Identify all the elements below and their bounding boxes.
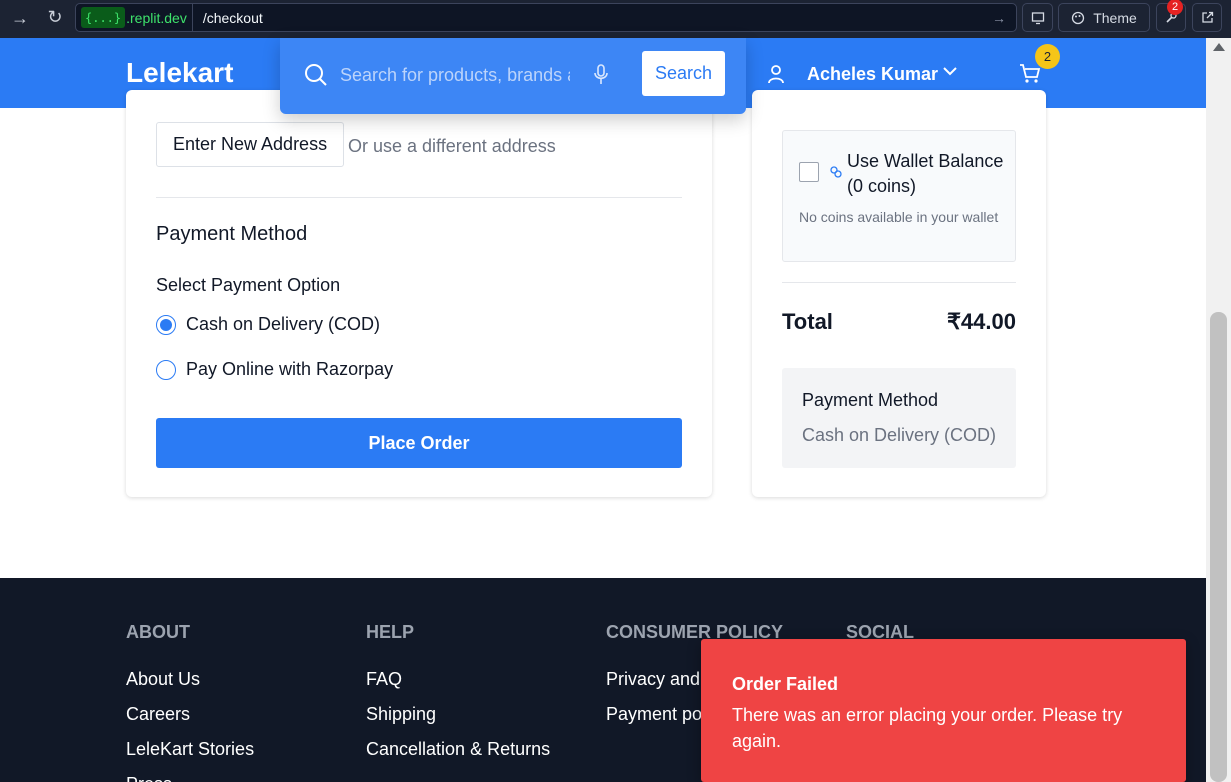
forward-arrow-icon[interactable]: → [9, 8, 31, 29]
toast-message: There was an error placing your order. P… [732, 705, 1123, 751]
radio-selected[interactable] [156, 314, 176, 335]
url-separator [191, 3, 193, 32]
footer-heading: HELP [366, 622, 415, 642]
address-hint: Or use a different address [348, 136, 556, 156]
payment-option-razorpay[interactable]: Pay Online with Razorpay [156, 359, 393, 380]
footer-link[interactable]: Shipping [366, 704, 550, 739]
radio-unselected[interactable] [156, 359, 176, 380]
error-toast[interactable]: Order Failed There was an error placing … [701, 639, 1186, 782]
wallet-checkbox[interactable] [799, 162, 819, 182]
cart-icon[interactable] [1019, 64, 1041, 84]
wallet-note: No coins available in your wallet [799, 209, 999, 225]
payment-method-summary-title: Payment Method [802, 390, 939, 410]
total-value: ₹44.00 [946, 309, 1016, 334]
external-link-icon [1201, 11, 1213, 23]
scroll-up-arrow-icon[interactable] [1213, 43, 1225, 51]
footer-link[interactable]: LeleKart Stories [126, 739, 254, 774]
palette-icon [1072, 11, 1085, 24]
search-input[interactable] [340, 60, 570, 90]
theme-button[interactable]: Theme [1058, 3, 1150, 32]
address-bar[interactable]: {...} .replit.dev /checkout → [75, 3, 1017, 32]
place-order-button[interactable]: Place Order [156, 418, 682, 468]
payment-option-label-razorpay: Pay Online with Razorpay [186, 359, 394, 379]
cart-count-badge: 2 [1035, 44, 1060, 69]
devtools-button[interactable]: 2 [1156, 0, 1186, 32]
page-scrollbar[interactable] [1206, 38, 1231, 782]
wallet-box: Use Wallet Balance (0 coins) No coins av… [782, 130, 1016, 262]
footer-link[interactable]: FAQ [366, 669, 550, 704]
wallet-title: Use Wallet Balance (0 coins) [847, 151, 1004, 196]
search-button[interactable]: Search [642, 51, 725, 96]
browser-toolbar: → ↻ {...} .replit.dev /checkout → Theme … [0, 0, 1231, 38]
toast-title: Order Failed [732, 674, 839, 694]
footer-link[interactable]: Press [126, 774, 254, 782]
payment-method-summary: Payment Method Cash on Delivery (COD) [782, 368, 1016, 468]
footer-column-about: ABOUT About Us Careers LeleKart Stories … [126, 622, 254, 782]
devtools-badge: 2 [1167, 0, 1183, 15]
chevron-down-icon[interactable] [943, 67, 957, 76]
search-icon [305, 64, 327, 86]
footer-link[interactable]: Cancellation & Returns [366, 739, 550, 774]
payment-option-cod[interactable]: Cash on Delivery (COD) [156, 314, 380, 335]
total-label: Total [782, 309, 833, 334]
footer-column-help: HELP FAQ Shipping Cancellation & Returns [366, 622, 550, 774]
open-new-tab-button[interactable] [1192, 3, 1222, 32]
footer-heading: ABOUT [126, 622, 190, 642]
reload-icon[interactable]: ↻ [44, 7, 66, 28]
enter-new-address-button[interactable]: Enter New Address [156, 122, 345, 167]
user-icon [768, 65, 784, 84]
payment-method-title: Payment Method [156, 223, 308, 245]
page: → ↻ {...} .replit.dev /checkout → Theme … [0, 0, 1231, 782]
scrollbar-thumb[interactable] [1210, 312, 1227, 782]
theme-label: Theme [1093, 9, 1137, 26]
devices-button[interactable] [1022, 3, 1053, 32]
payment-method-summary-value: Cash on Delivery (COD) [802, 425, 997, 445]
order-summary-card: Use Wallet Balance (0 coins) No coins av… [752, 90, 1046, 497]
search-bar: Search [280, 38, 746, 114]
microphone-icon[interactable] [593, 64, 609, 86]
url-domain: .replit.dev [126, 9, 187, 26]
payment-option-label-cod: Cash on Delivery (COD) [186, 314, 381, 334]
footer-link[interactable]: About Us [126, 669, 254, 704]
footer-link[interactable]: Careers [126, 704, 254, 739]
go-arrow-icon[interactable]: → [992, 10, 1006, 26]
url-badge: {...} [81, 7, 126, 28]
payment-option-label: Select Payment Option [156, 275, 341, 295]
divider [156, 197, 682, 198]
monitor-icon [1031, 11, 1044, 24]
coins-icon [830, 166, 842, 178]
divider [782, 282, 1016, 283]
user-menu[interactable]: Acheles Kumar [807, 64, 938, 85]
site-logo[interactable]: Lelekart [126, 57, 233, 89]
checkout-card: Enter New Address Or use a different add… [126, 90, 712, 497]
url-path: /checkout [202, 9, 263, 26]
